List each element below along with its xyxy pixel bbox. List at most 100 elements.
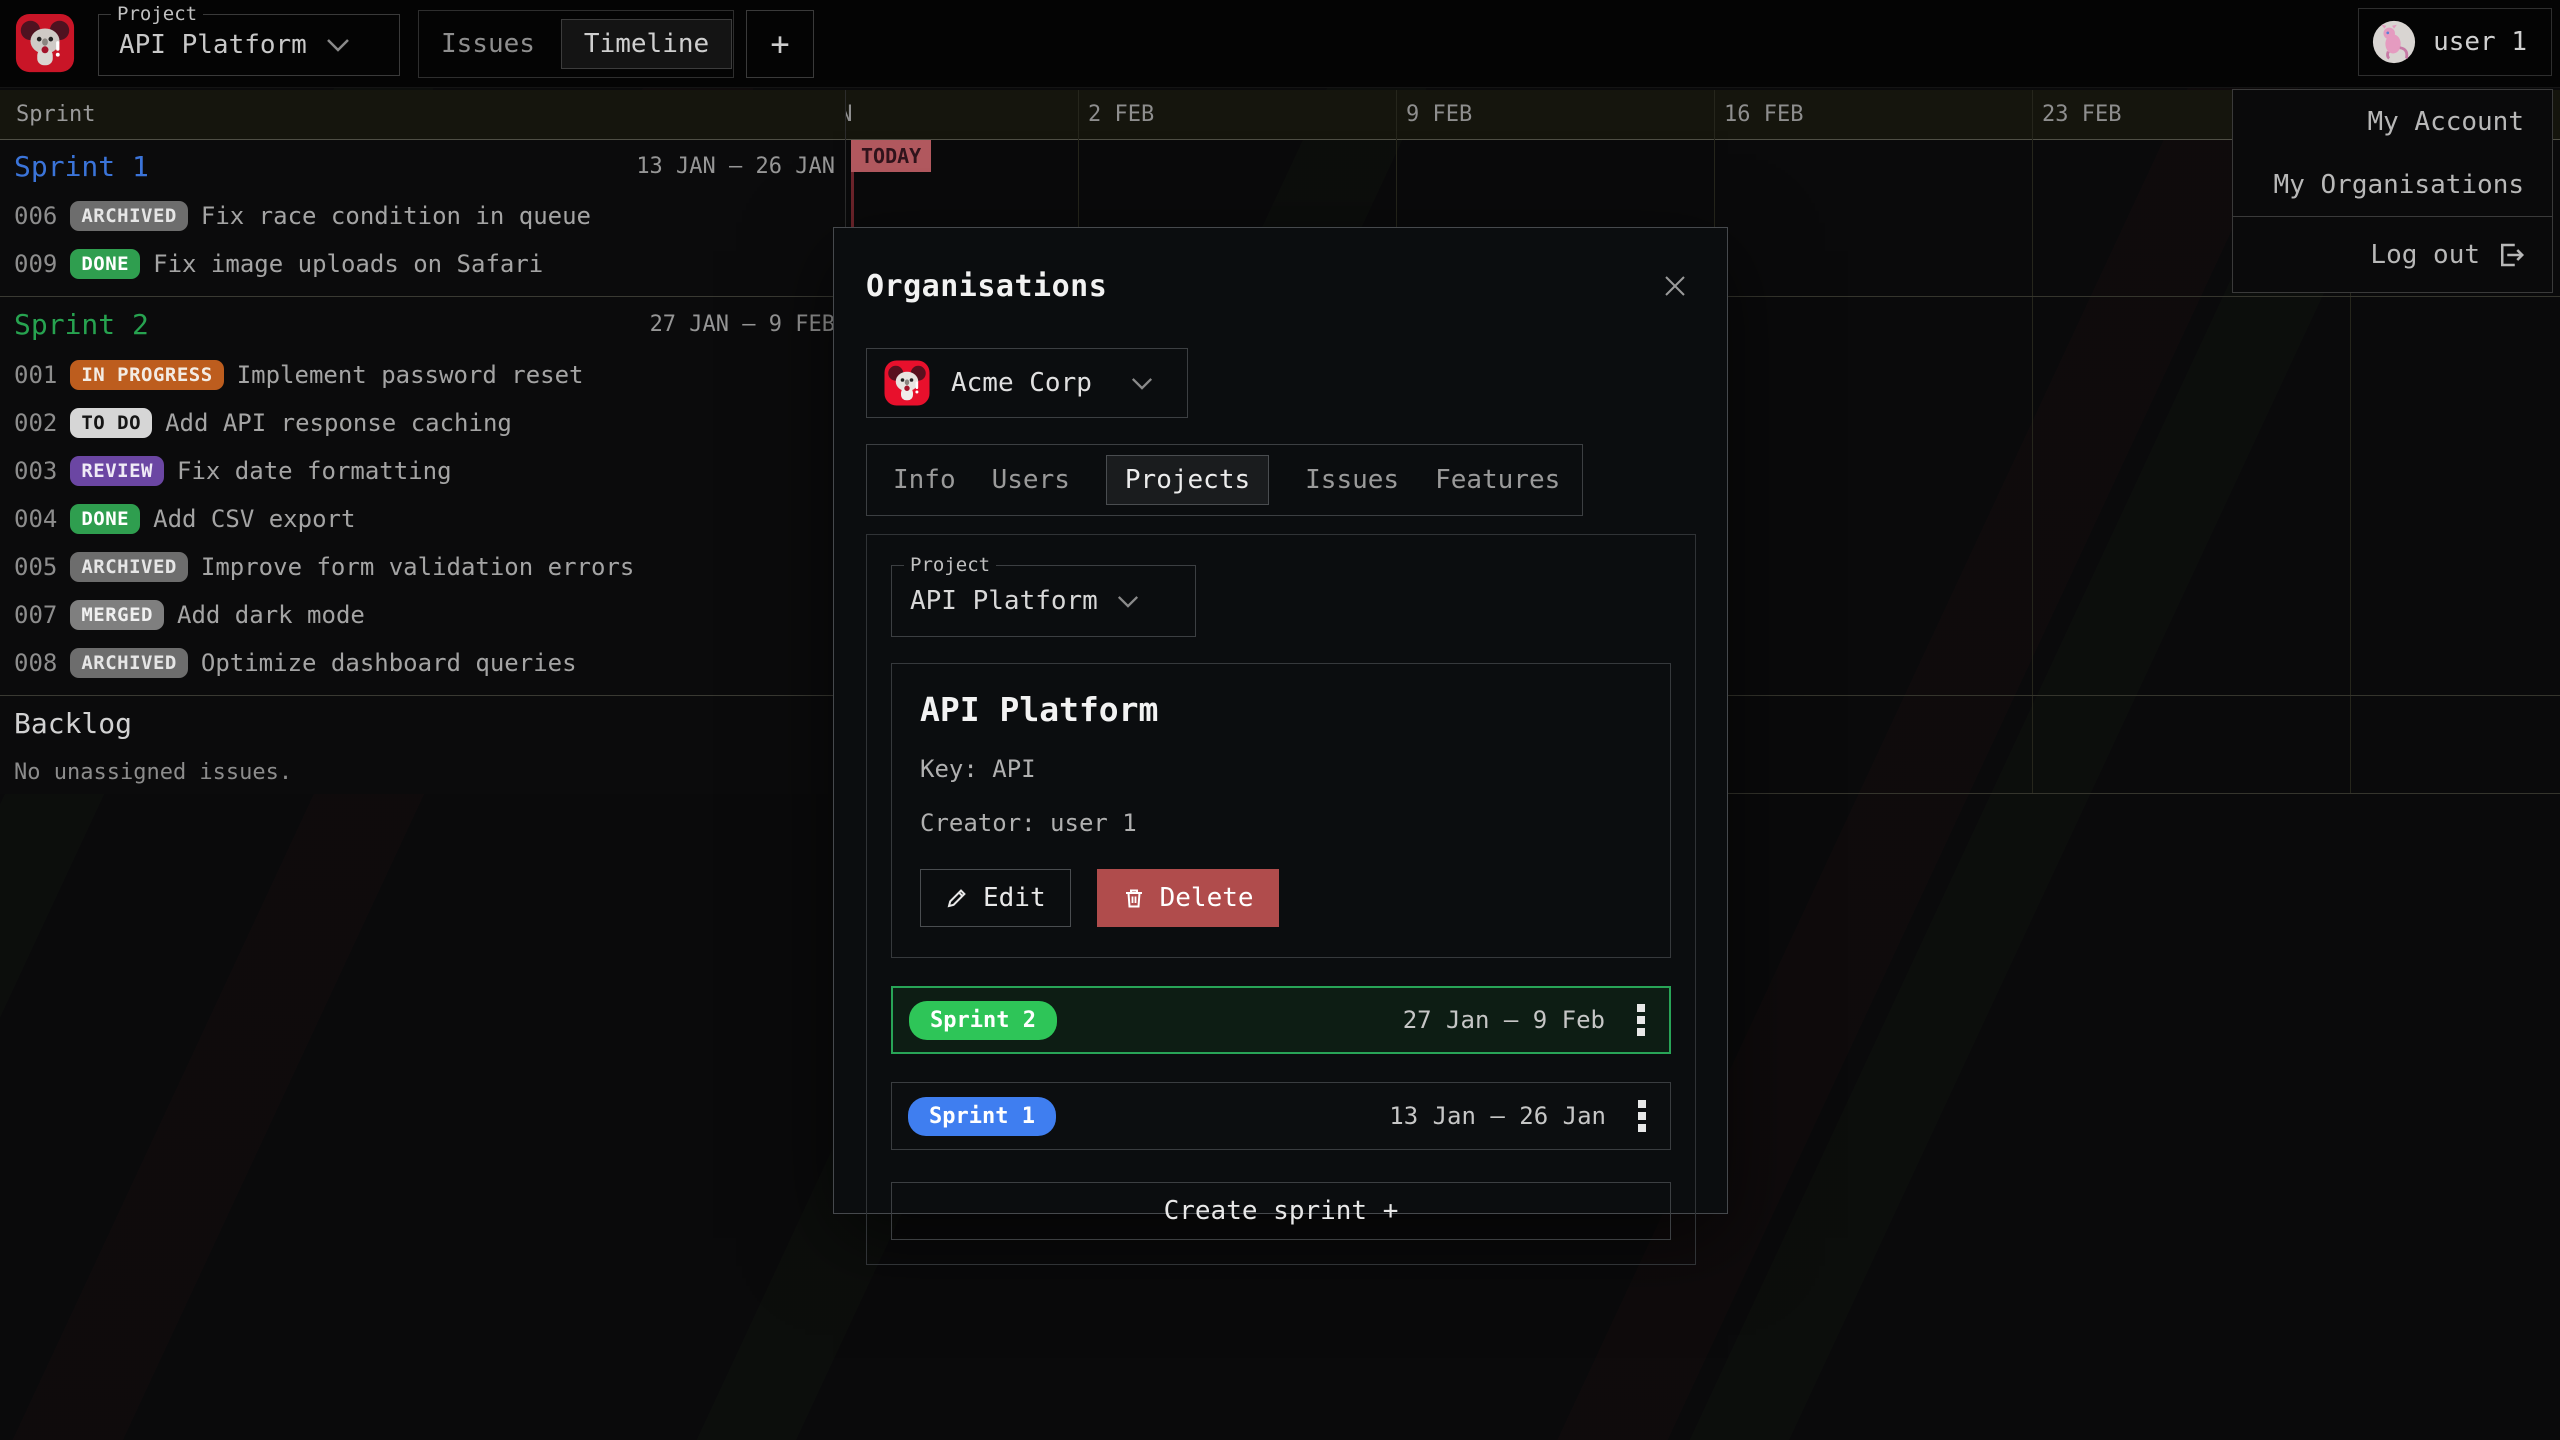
sprint-column-header: Sprint	[0, 90, 845, 140]
tab-issues[interactable]: Issues	[1305, 465, 1399, 495]
issue-code: 001	[14, 361, 57, 389]
app-logo-icon[interactable]	[14, 12, 76, 74]
sprint-group-title-row: Sprint 1 13 JAN – 26 JAN	[0, 140, 845, 192]
issue-row[interactable]: 009 DONE Fix image uploads on Safari	[0, 240, 845, 288]
pencil-icon	[945, 886, 969, 910]
issue-title: Fix date formatting	[177, 457, 452, 485]
user-menu-button[interactable]: user 1	[2358, 8, 2552, 76]
chevron-down-icon	[1116, 594, 1140, 609]
issue-code: 007	[14, 601, 57, 629]
sprint-group-1: Sprint 1 13 JAN – 26 JAN 006 ARCHIVED Fi…	[0, 140, 845, 296]
status-badge: IN PROGRESS	[70, 360, 223, 390]
tab-projects[interactable]: Projects	[1106, 455, 1269, 505]
sprint-1-date-range: 13 JAN – 26 JAN	[636, 154, 835, 179]
issue-code: 008	[14, 649, 57, 677]
modal-title: Organisations	[866, 269, 1107, 304]
top-bar: Project API Platform Issues Timeline + u	[0, 0, 2560, 88]
status-badge: DONE	[70, 249, 140, 279]
sprint-board-panel: Sprint Sprint 1 13 JAN – 26 JAN 006 ARCH…	[0, 90, 846, 794]
log-out-label: Log out	[2370, 240, 2480, 270]
sprint-group-2: Sprint 2 27 JAN – 9 FEB 001 IN PROGRESS …	[0, 296, 845, 695]
add-issue-button[interactable]: +	[746, 10, 814, 78]
chevron-down-icon	[1130, 376, 1154, 391]
issue-row[interactable]: 005 ARCHIVED Improve form validation err…	[0, 543, 845, 591]
sprint-date-range: 27 Jan – 9 Feb	[1403, 1006, 1605, 1034]
chevron-down-icon	[325, 37, 351, 53]
tab-issues[interactable]: Issues	[441, 29, 535, 59]
modal-project-select-value: API Platform	[910, 586, 1098, 616]
create-sprint-button[interactable]: Create sprint +	[891, 1182, 1671, 1240]
status-badge: ARCHIVED	[70, 648, 188, 678]
status-badge: TO DO	[70, 408, 152, 438]
project-select[interactable]: Project API Platform	[98, 14, 400, 76]
sprint-2-title[interactable]: Sprint 2	[14, 308, 149, 341]
sprint-list-item-sprint-1[interactable]: Sprint 1 13 Jan – 26 Jan	[891, 1082, 1671, 1150]
project-select-label: Project	[111, 3, 203, 25]
sprint-date-range: 13 Jan – 26 Jan	[1389, 1102, 1606, 1130]
tab-users[interactable]: Users	[992, 465, 1070, 495]
edit-project-button[interactable]: Edit	[920, 869, 1071, 927]
tab-timeline[interactable]: Timeline	[561, 19, 732, 69]
project-creator-line: Creator: user 1	[920, 809, 1642, 837]
tab-features[interactable]: Features	[1435, 465, 1560, 495]
organisation-select[interactable]: Acme Corp	[866, 348, 1188, 418]
issue-row[interactable]: 002 TO DO Add API response caching	[0, 399, 845, 447]
edit-label: Edit	[983, 883, 1046, 913]
close-button[interactable]	[1655, 266, 1695, 306]
menu-item-my-account[interactable]: My Account	[2233, 90, 2552, 153]
issue-title: Implement password reset	[237, 361, 584, 389]
issue-row[interactable]: 004 DONE Add CSV export	[0, 495, 845, 543]
project-card: API Platform Key: API Creator: user 1 Ed…	[891, 663, 1671, 958]
sprint-2-date-range: 27 JAN – 9 FEB	[650, 312, 835, 337]
issue-code: 004	[14, 505, 57, 533]
issue-code: 003	[14, 457, 57, 485]
kebab-menu-icon[interactable]	[1638, 1100, 1646, 1132]
timeline-column-label: 23 FEB	[2042, 102, 2121, 127]
timeline-column-label: 16 FEB	[1724, 102, 1803, 127]
today-badge: TODAY	[851, 140, 931, 172]
menu-item-log-out[interactable]: Log out	[2233, 217, 2552, 292]
issue-title: Fix race condition in queue	[201, 202, 591, 230]
user-avatar	[2371, 19, 2417, 65]
modal-project-select-label: Project	[904, 554, 996, 576]
trash-icon	[1122, 886, 1146, 910]
backlog-title-row: Backlog	[0, 696, 845, 750]
project-card-actions: Edit Delete	[920, 869, 1642, 927]
modal-project-select[interactable]: Project API Platform	[891, 565, 1196, 637]
tab-info[interactable]: Info	[893, 465, 956, 495]
timeline-column-label: 2 FEB	[1088, 102, 1154, 127]
sprint-pill: Sprint 1	[908, 1097, 1056, 1136]
issue-title: Add API response caching	[165, 409, 512, 437]
sprint-group-title-row: Sprint 2 27 JAN – 9 FEB	[0, 297, 845, 351]
delete-project-button[interactable]: Delete	[1097, 869, 1279, 927]
modal-header: Organisations	[866, 266, 1695, 306]
issue-row[interactable]: 008 ARCHIVED Optimize dashboard queries	[0, 639, 845, 687]
issue-code: 009	[14, 250, 57, 278]
modal-tab-bar: Info Users Projects Issues Features	[866, 444, 1583, 516]
sprint-list-item-sprint-2[interactable]: Sprint 2 27 Jan – 9 Feb	[891, 986, 1671, 1054]
app-root: 26 JAN 2 FEB 9 FEB 16 FEB 23 FEB TODAY S…	[0, 0, 2560, 1440]
issue-code: 002	[14, 409, 57, 437]
issue-row[interactable]: 003 REVIEW Fix date formatting	[0, 447, 845, 495]
timeline-column-label: 9 FEB	[1406, 102, 1472, 127]
issue-row[interactable]: 006 ARCHIVED Fix race condition in queue	[0, 192, 845, 240]
sprint-pill: Sprint 2	[909, 1001, 1057, 1040]
issue-title: Add CSV export	[153, 505, 355, 533]
issue-title: Improve form validation errors	[201, 553, 634, 581]
delete-label: Delete	[1160, 883, 1254, 913]
issue-row[interactable]: 001 IN PROGRESS Implement password reset	[0, 351, 845, 399]
backlog-group: Backlog No unassigned issues.	[0, 695, 845, 793]
status-badge: MERGED	[70, 600, 164, 630]
issue-title: Fix image uploads on Safari	[153, 250, 543, 278]
organisations-modal: Organisations Ac	[833, 227, 1728, 1214]
backlog-empty-note: No unassigned issues.	[0, 750, 845, 785]
kebab-menu-icon[interactable]	[1637, 1004, 1645, 1036]
issue-code: 005	[14, 553, 57, 581]
issue-title: Add dark mode	[177, 601, 365, 629]
project-select-value: API Platform	[119, 30, 307, 60]
menu-item-my-organisations[interactable]: My Organisations	[2233, 153, 2552, 216]
organisation-select-value: Acme Corp	[951, 368, 1092, 398]
issue-row[interactable]: 007 MERGED Add dark mode	[0, 591, 845, 639]
view-switcher: Issues Timeline	[418, 10, 734, 78]
sprint-1-title[interactable]: Sprint 1	[14, 150, 149, 183]
